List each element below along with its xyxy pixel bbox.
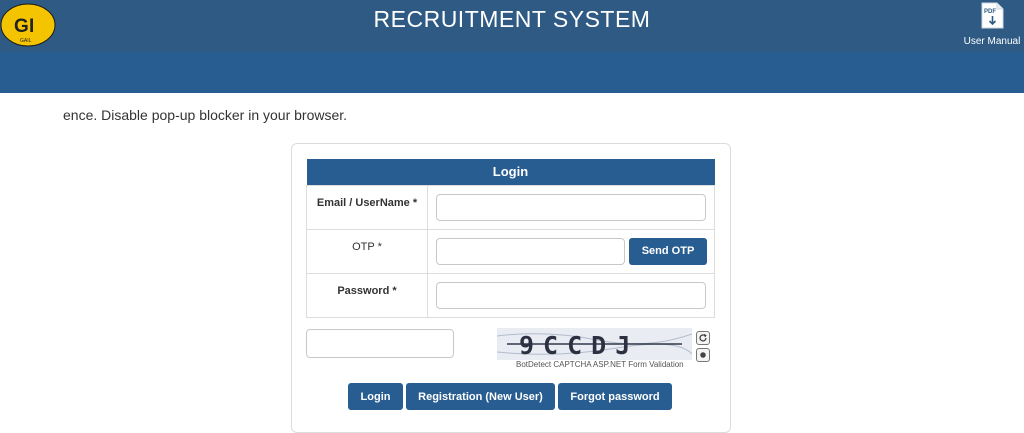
captcha-caption: BotDetect CAPTCHA ASP.NET Form Validatio… [516,360,684,369]
captcha-image: 9CCDJ [497,328,692,360]
svg-text:PDF: PDF [984,9,996,15]
user-manual-link[interactable]: PDF User Manual [960,2,1024,48]
sound-icon[interactable] [696,348,710,362]
email-label: Email / UserName * [306,184,428,230]
login-heading: Login [306,159,715,185]
reload-icon[interactable] [696,331,710,345]
password-input[interactable] [436,281,706,309]
login-form: Login Email / UserName * OTP * Send OTP … [306,159,715,318]
otp-label: OTP * [306,228,428,274]
otp-input[interactable] [436,237,625,265]
email-input[interactable] [436,193,706,221]
registration-button[interactable]: Registration (New User) [406,383,555,410]
popup-notice: ence. Disable pop-up blocker in your bro… [63,107,348,123]
send-otp-button[interactable]: Send OTP [629,237,707,265]
nav-bar [0,52,1024,93]
captcha-input[interactable] [306,329,454,358]
pdf-download-icon: PDF [981,2,1004,29]
app-title: RECRUITMENT SYSTEM [373,6,651,32]
login-button[interactable]: Login [348,383,403,410]
forgot-password-button[interactable]: Forgot password [558,383,672,410]
svg-text:9CCDJ: 9CCDJ [519,331,639,360]
user-manual-label: User Manual [963,36,1021,47]
svg-text:GAIL: GAIL [20,38,32,44]
password-label: Password * [306,272,428,318]
